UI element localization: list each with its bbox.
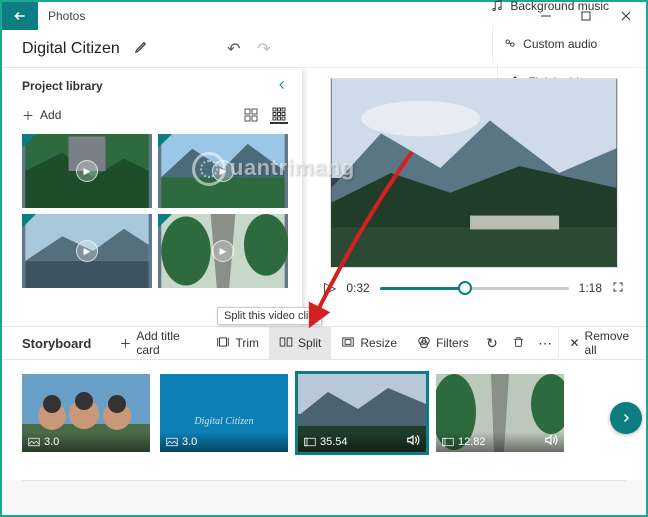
add-title-label: Add title card — [136, 329, 196, 357]
split-label: Split — [298, 336, 321, 350]
custom-audio-label: Custom audio — [523, 37, 597, 51]
title-card-text: Digital Citizen — [193, 416, 253, 427]
play-button[interactable]: ▷ — [324, 278, 336, 298]
custom-audio-button[interactable]: Custom audio — [492, 25, 607, 63]
image-icon — [166, 437, 178, 447]
x-icon: ✕ — [569, 336, 579, 350]
storyboard-clips: 3.0 Digital Citizen 3.0 35.54 12.82 — [2, 360, 646, 480]
audio-icon — [503, 37, 517, 51]
grid-large-icon — [244, 108, 258, 122]
scroll-right-button[interactable] — [610, 402, 642, 434]
image-icon — [28, 437, 40, 447]
clip-duration: 3.0 — [182, 436, 197, 448]
video-icon — [442, 437, 454, 447]
preview-panel: ▷ 0:32 1:18 — [302, 68, 646, 326]
storyboard-label: Storyboard — [22, 336, 91, 351]
remove-all-button[interactable]: ✕ Remove all — [558, 326, 646, 360]
delete-button[interactable] — [505, 335, 532, 352]
resize-icon — [341, 336, 355, 351]
plus-icon: ＋ — [119, 335, 131, 352]
video-preview[interactable] — [330, 78, 618, 268]
back-button[interactable] — [2, 2, 38, 30]
clip-item-selected[interactable]: 35.54 — [298, 374, 426, 452]
add-title-card-button[interactable]: ＋ Add title card — [109, 326, 206, 360]
clip-duration: 3.0 — [44, 436, 59, 448]
audio-icon — [406, 434, 420, 449]
total-time: 1:18 — [579, 281, 602, 295]
play-icon: ▶ — [212, 160, 234, 182]
trim-icon — [216, 336, 230, 351]
arrow-left-icon — [13, 9, 27, 23]
trim-button[interactable]: Trim — [206, 326, 269, 360]
storyboard-more-button[interactable]: ⋯ — [532, 335, 559, 352]
project-library-panel: Project library ＋ Add — [2, 68, 302, 326]
music-icon — [490, 0, 504, 13]
project-title[interactable]: Digital Citizen — [22, 40, 128, 58]
clip-item[interactable]: 12.82 — [436, 374, 564, 452]
chevron-left-icon — [276, 79, 288, 91]
bg-music-label: Background music — [510, 0, 609, 13]
clip-item[interactable]: Digital Citizen 3.0 — [160, 374, 288, 452]
library-item[interactable]: ▶ — [22, 134, 152, 208]
current-time: 0:32 — [346, 281, 369, 295]
fullscreen-button[interactable] — [612, 281, 624, 296]
pencil-icon — [134, 39, 149, 54]
split-tooltip: Split this video clip — [217, 307, 322, 325]
add-label: Add — [40, 108, 61, 122]
view-small-grid[interactable] — [270, 106, 288, 124]
main-area: Project library ＋ Add — [2, 68, 646, 326]
add-media-button[interactable]: ＋ Add — [22, 107, 61, 124]
filters-button[interactable]: Filters — [407, 326, 479, 360]
clip-duration: 35.54 — [320, 436, 348, 448]
resize-button[interactable]: Resize — [331, 326, 407, 360]
filters-icon — [417, 335, 431, 352]
project-toolbar: Digital Citizen ↶ ↷ Background music Cus… — [2, 30, 646, 68]
seek-slider[interactable] — [380, 287, 569, 290]
trash-icon — [512, 335, 525, 349]
remove-all-label: Remove all — [585, 329, 636, 357]
rotate-button[interactable]: ↻ — [479, 335, 506, 352]
play-icon: ▶ — [76, 240, 98, 262]
app-title: Photos — [38, 2, 526, 30]
background-music-button[interactable]: Background music — [480, 0, 619, 25]
library-title: Project library — [22, 79, 103, 93]
video-icon — [304, 437, 316, 447]
library-item[interactable]: ▶ — [22, 214, 152, 288]
fullscreen-icon — [612, 281, 624, 293]
filters-label: Filters — [436, 336, 469, 350]
split-icon — [279, 336, 293, 351]
rename-button[interactable] — [134, 39, 149, 58]
chevron-right-icon — [620, 412, 632, 424]
storyboard-toolbar: Split this video clip Storyboard ＋ Add t… — [2, 326, 646, 360]
library-item[interactable]: ▶ — [158, 214, 288, 288]
audio-icon — [544, 434, 558, 449]
clip-duration: 12.82 — [458, 436, 486, 448]
play-icon: ▶ — [76, 160, 98, 182]
redo-button: ↷ — [249, 39, 279, 59]
library-item[interactable]: ▶ — [158, 134, 288, 208]
collapse-library-button[interactable] — [276, 78, 288, 94]
plus-icon: ＋ — [22, 107, 34, 124]
playback-controls: ▷ 0:32 1:18 — [324, 278, 624, 298]
play-icon: ▶ — [212, 240, 234, 262]
split-button[interactable]: Split — [269, 326, 331, 360]
grid-small-icon — [272, 107, 286, 121]
resize-label: Resize — [360, 336, 397, 350]
trim-label: Trim — [235, 336, 259, 350]
undo-button[interactable]: ↶ — [219, 39, 249, 59]
view-large-grid[interactable] — [242, 106, 260, 124]
clip-item[interactable]: 3.0 — [22, 374, 150, 452]
